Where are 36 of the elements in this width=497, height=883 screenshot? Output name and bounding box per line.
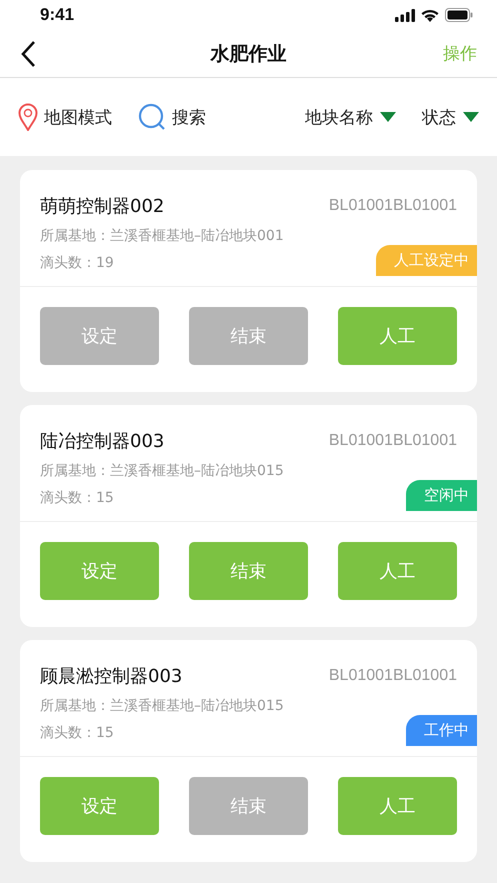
- status-time: 9:41: [40, 5, 74, 25]
- base-text: 所属基地：兰溪香榧基地–陆冶地块001: [40, 227, 284, 245]
- search-button[interactable]: 搜索: [166, 106, 206, 128]
- drip-count: 滴头数：15: [40, 489, 114, 507]
- status-badge: 空闲中: [406, 480, 477, 511]
- action-button[interactable]: 设定: [40, 777, 159, 835]
- back-icon[interactable]: [20, 40, 36, 68]
- page-title: 水肥作业: [209, 42, 288, 66]
- base-text: 所属基地：兰溪香榧基地–陆冶地块015: [40, 462, 284, 480]
- caret-icon: [380, 112, 396, 122]
- base-text: 所属基地：兰溪香榧基地–陆冶地块015: [40, 697, 284, 715]
- drip-count: 滴头数：19: [40, 254, 114, 272]
- action-button[interactable]: 人工: [338, 777, 457, 835]
- action-button[interactable]: 结束: [189, 542, 308, 600]
- action-button[interactable]: 人工: [338, 542, 457, 600]
- map-mode-button[interactable]: 地图模式: [38, 106, 112, 128]
- controller-code: BL01001BL01001: [328, 432, 457, 450]
- map-pin-icon[interactable]: [18, 103, 38, 131]
- caret-icon: [463, 112, 479, 122]
- status-badge: 工作中: [406, 715, 477, 746]
- action-button[interactable]: 人工: [338, 307, 457, 365]
- filter-dropdown[interactable]: 地块名称: [305, 106, 396, 128]
- action-button[interactable]: 设定: [40, 542, 159, 600]
- controller-code: BL01001BL01001: [328, 667, 457, 685]
- search-icon[interactable]: [138, 103, 166, 131]
- drip-count: 滴头数：15: [40, 724, 114, 742]
- controller-name: 顾晨淞控制器003: [40, 665, 182, 688]
- filter-dropdown[interactable]: 状态: [422, 106, 479, 128]
- battery-icon: [445, 8, 473, 22]
- status-badge: 人工设定中: [376, 245, 477, 276]
- controller-name: 陆冶控制器003: [40, 430, 164, 453]
- controller-name: 萌萌控制器002: [40, 195, 164, 218]
- action-link[interactable]: 操作: [443, 42, 477, 65]
- controller-code: BL01001BL01001: [328, 197, 457, 215]
- wifi-icon: [421, 8, 439, 22]
- signal-icon: [395, 8, 415, 22]
